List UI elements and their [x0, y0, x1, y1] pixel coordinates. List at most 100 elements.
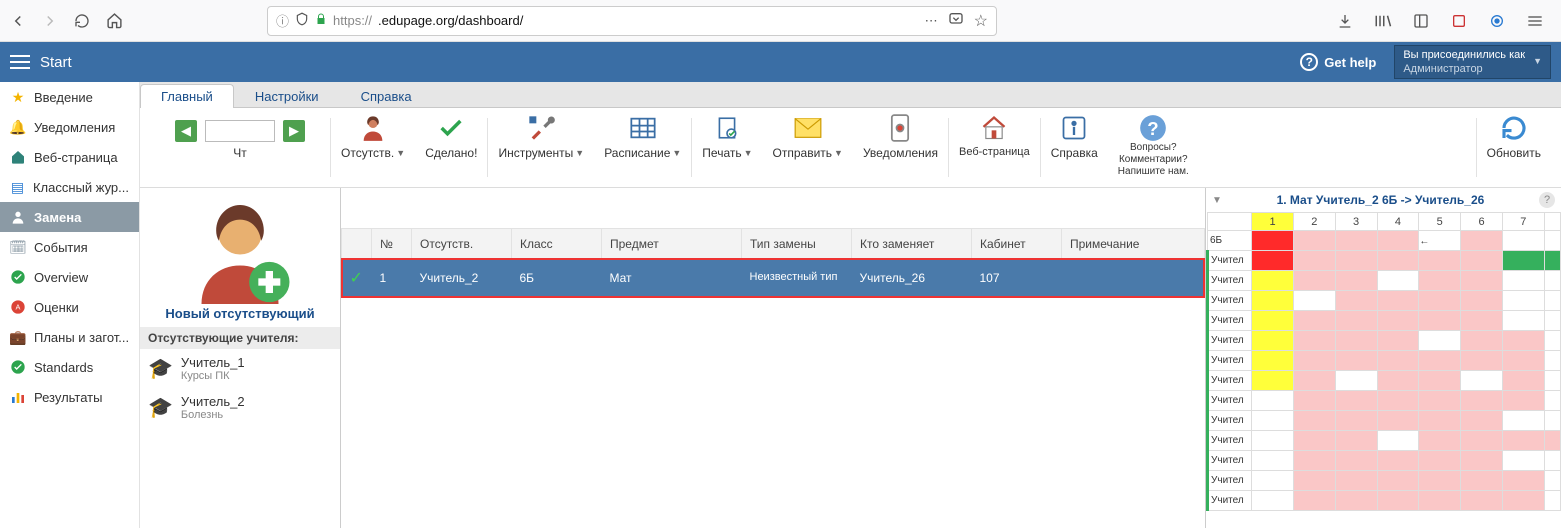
pocket-icon[interactable] [948, 11, 964, 30]
schedule-cell[interactable] [1377, 291, 1419, 311]
period-header[interactable]: 5 [1419, 213, 1461, 231]
send-tool[interactable]: Отправить▼ [763, 114, 853, 181]
done-tool[interactable]: Сделано! [415, 114, 487, 181]
schedule-cell[interactable] [1335, 231, 1377, 251]
schedule-cell[interactable] [1502, 491, 1544, 511]
schedule-row[interactable]: Учител [1208, 391, 1561, 411]
schedule-row[interactable]: Учител [1208, 271, 1561, 291]
schedule-cell[interactable] [1293, 291, 1335, 311]
schedule-cell[interactable] [1252, 451, 1294, 471]
more-icon[interactable]: ⋯ [925, 13, 938, 29]
schedule-cell[interactable] [1293, 391, 1335, 411]
schedule-cell[interactable] [1461, 451, 1503, 471]
schedule-cell[interactable] [1419, 491, 1461, 511]
schedule-cell[interactable] [1252, 311, 1294, 331]
schedule-cell[interactable] [1377, 371, 1419, 391]
schedule-cell[interactable] [1293, 491, 1335, 511]
forward-button[interactable] [36, 7, 64, 35]
schedule-cell[interactable] [1461, 391, 1503, 411]
get-help[interactable]: ? Get help [1300, 53, 1376, 71]
schedule-cell[interactable] [1544, 351, 1560, 371]
schedule-cell[interactable] [1502, 331, 1544, 351]
schedule-cell[interactable] [1293, 411, 1335, 431]
schedule-cell[interactable] [1335, 431, 1377, 451]
help-tool[interactable]: Справка [1041, 114, 1108, 181]
schedule-cell[interactable] [1461, 351, 1503, 371]
schedule-cell[interactable] [1377, 331, 1419, 351]
schedule-cell[interactable] [1502, 271, 1544, 291]
schedule-cell[interactable] [1544, 411, 1560, 431]
schedule-row[interactable]: Учител [1208, 291, 1561, 311]
schedule-cell[interactable] [1419, 251, 1461, 271]
ext1-icon[interactable] [1445, 7, 1473, 35]
chevron-down-icon[interactable]: ▼ [1212, 195, 1222, 206]
schedule-cell[interactable] [1461, 331, 1503, 351]
schedule-cell[interactable] [1293, 331, 1335, 351]
schedule-cell[interactable] [1335, 271, 1377, 291]
ext2-icon[interactable] [1483, 7, 1511, 35]
schedule-cell[interactable] [1544, 491, 1560, 511]
schedule-cell[interactable] [1252, 391, 1294, 411]
schedule-cell[interactable] [1502, 451, 1544, 471]
schedule-cell[interactable] [1252, 251, 1294, 271]
schedule-row[interactable]: Учител [1208, 351, 1561, 371]
schedule-cell[interactable] [1419, 331, 1461, 351]
schedule-cell[interactable] [1335, 351, 1377, 371]
sidebar-item-webpage[interactable]: Веб-страница [0, 142, 139, 172]
schedule-cell[interactable] [1419, 431, 1461, 451]
schedule-cell[interactable] [1461, 291, 1503, 311]
help-icon[interactable]: ? [1539, 192, 1555, 208]
absent-teacher-row[interactable]: 🎓 Учитель_1 Курсы ПК [140, 349, 340, 388]
schedule-cell[interactable] [1293, 311, 1335, 331]
schedule-cell[interactable] [1335, 311, 1377, 331]
schedule-cell[interactable] [1502, 431, 1544, 451]
schedule-cell[interactable] [1293, 351, 1335, 371]
schedule-cell[interactable] [1377, 251, 1419, 271]
schedule-cell[interactable] [1293, 271, 1335, 291]
schedule-cell[interactable] [1419, 371, 1461, 391]
schedule-row[interactable]: Учител [1208, 311, 1561, 331]
schedule-cell[interactable] [1419, 351, 1461, 371]
schedule-tool[interactable]: Расписание▼ [594, 114, 691, 181]
schedule-cell[interactable] [1419, 471, 1461, 491]
schedule-cell[interactable] [1461, 491, 1503, 511]
print-tool[interactable]: Печать▼ [692, 114, 762, 181]
schedule-row[interactable]: Учител [1208, 331, 1561, 351]
schedule-cell[interactable] [1293, 431, 1335, 451]
schedule-cell[interactable] [1419, 391, 1461, 411]
schedule-row[interactable]: Учител [1208, 371, 1561, 391]
notifs-tool[interactable]: Уведомления [853, 114, 948, 181]
schedule-cell[interactable] [1419, 291, 1461, 311]
refresh-tool[interactable]: Обновить [1477, 114, 1551, 181]
reload-button[interactable] [68, 7, 96, 35]
table-header[interactable]: Тип замены [742, 229, 852, 259]
webpage-tool[interactable]: Веб-страница [949, 114, 1040, 181]
period-header[interactable]: 6 [1461, 213, 1503, 231]
schedule-cell[interactable] [1335, 411, 1377, 431]
schedule-cell[interactable] [1502, 411, 1544, 431]
home-button[interactable] [100, 7, 128, 35]
schedule-cell[interactable] [1544, 271, 1560, 291]
sidebar-item-plans[interactable]: 💼Планы и загот... [0, 322, 139, 352]
url-bar[interactable]: ⓘ https:// .edupage.org/dashboard/ ⋯ ☆ [267, 6, 997, 36]
schedule-cell[interactable] [1377, 351, 1419, 371]
absent-teacher-row[interactable]: 🎓 Учитель_2 Болезнь [140, 388, 340, 427]
schedule-cell[interactable] [1419, 451, 1461, 471]
schedule-cell[interactable] [1252, 471, 1294, 491]
tab-help[interactable]: Справка [340, 84, 433, 108]
downloads-icon[interactable] [1331, 7, 1359, 35]
schedule-cell[interactable] [1377, 311, 1419, 331]
schedule-cell[interactable] [1544, 311, 1560, 331]
schedule-cell[interactable] [1377, 391, 1419, 411]
day-input[interactable] [205, 120, 275, 142]
schedule-cell[interactable] [1419, 311, 1461, 331]
schedule-row[interactable]: Учител [1208, 451, 1561, 471]
schedule-cell[interactable] [1252, 351, 1294, 371]
schedule-cell[interactable] [1461, 251, 1503, 271]
back-button[interactable] [4, 7, 32, 35]
schedule-cell[interactable] [1252, 491, 1294, 511]
schedule-cell[interactable] [1252, 231, 1294, 251]
new-absent-button[interactable] [185, 194, 295, 304]
user-role-box[interactable]: Вы присоединились как Администратор ▼ [1394, 45, 1551, 80]
schedule-cell[interactable] [1544, 251, 1560, 271]
